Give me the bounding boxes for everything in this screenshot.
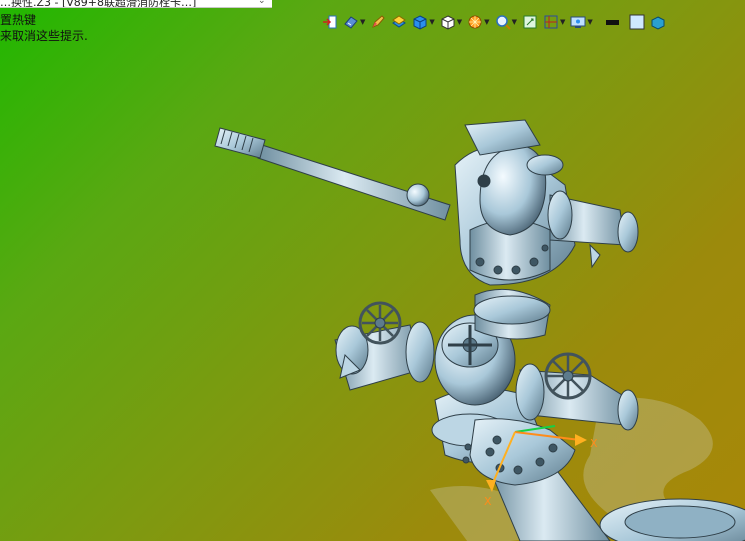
axis-x-arrow (575, 434, 587, 446)
axis-z-label: X (484, 495, 492, 508)
axis-x-label: X (590, 437, 598, 450)
model-viewport[interactable]: X X (0, 0, 745, 541)
